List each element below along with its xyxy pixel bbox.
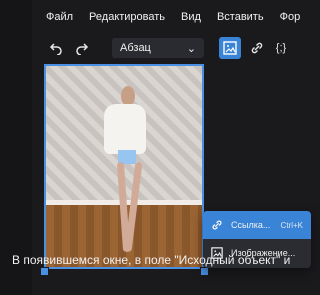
person-head xyxy=(121,86,135,106)
menu-insert[interactable]: Вставить xyxy=(217,11,264,23)
chevron-down-icon: ⌄ xyxy=(186,42,196,55)
link-icon xyxy=(211,219,223,231)
menu-file[interactable]: Файл xyxy=(46,11,73,23)
menu-view[interactable]: Вид xyxy=(181,11,201,23)
document-caption: В появившемся окне, в поле "Исходный объ… xyxy=(12,253,291,267)
menu-edit[interactable]: Редактировать xyxy=(89,11,165,23)
person-jacket xyxy=(104,104,146,154)
undo-icon[interactable] xyxy=(46,38,66,58)
image-tool-button[interactable] xyxy=(219,37,241,59)
selected-image[interactable] xyxy=(44,64,204,269)
menu-link-item[interactable]: Ссылка... Ctrl+K xyxy=(203,211,311,239)
link-icon xyxy=(250,41,264,55)
embed-icon: {;} xyxy=(275,42,287,54)
editor-window: Файл Редактировать Вид Вставить Формат И… xyxy=(0,0,311,295)
editor-toolbar: Абзац ⌄ {;} xyxy=(32,34,300,62)
resize-handle-bottom-left[interactable] xyxy=(40,267,49,276)
menu-format[interactable]: Формат xyxy=(280,11,300,23)
menu-bar: Файл Редактировать Вид Вставить Формат И… xyxy=(32,0,300,34)
embed-tool-button[interactable]: {;} xyxy=(271,38,291,58)
link-tool-button[interactable] xyxy=(247,38,267,58)
image-icon xyxy=(223,41,237,55)
redo-icon[interactable] xyxy=(72,38,92,58)
block-format-select[interactable]: Абзац ⌄ xyxy=(112,38,204,58)
menu-link-shortcut: Ctrl+K xyxy=(280,220,303,230)
menu-link-label: Ссылка... xyxy=(231,220,271,230)
resize-handle-bottom-right[interactable] xyxy=(200,267,209,276)
left-sidebar-shade xyxy=(0,0,32,295)
block-format-value: Абзац xyxy=(120,42,151,54)
